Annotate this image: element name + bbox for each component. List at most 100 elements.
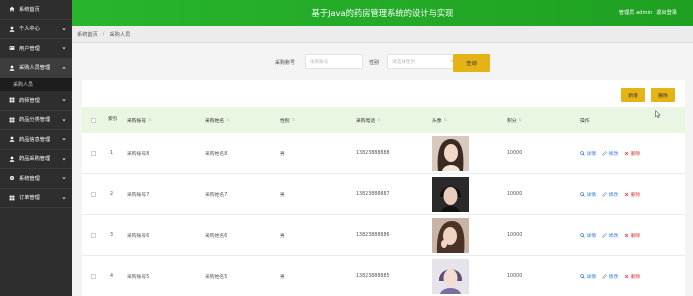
- detail-button[interactable]: 详情: [580, 273, 596, 280]
- close-icon: [624, 192, 629, 197]
- grid-icon: [9, 97, 15, 103]
- chevron-down-icon: [62, 196, 66, 200]
- chevron-down-icon: [62, 46, 66, 50]
- cell-ops: 详情 修改 删除: [580, 256, 646, 296]
- table-row: 2 采购账号7 采购姓名7 男 13823888887 10000 详情 修改 …: [82, 174, 685, 215]
- col-ops: 操作: [580, 118, 590, 124]
- col-account[interactable]: 采购账号 ⇅: [127, 107, 152, 133]
- col-index: 索引: [108, 117, 118, 122]
- sidebar-item-users[interactable]: 用户管理: [0, 39, 72, 59]
- cell-name: 采购姓名5: [205, 275, 228, 280]
- cell-gender: 男: [280, 193, 285, 198]
- col-name-label: 采购姓名: [205, 118, 225, 124]
- sidebar-subitem-purchaser[interactable]: 采购人员: [0, 78, 72, 91]
- col-points-label: 积分: [507, 118, 517, 124]
- edit-button[interactable]: 修改: [602, 150, 618, 157]
- sidebar-item-label: 药品分类管理: [19, 117, 51, 124]
- sort-icon: ⇅: [377, 117, 381, 122]
- close-icon: [624, 233, 629, 238]
- col-phone[interactable]: 采购电话 ⇅: [356, 107, 381, 133]
- detail-label: 详情: [586, 234, 597, 239]
- delete-label: 删除: [630, 275, 641, 280]
- search-icon: [580, 151, 585, 156]
- sidebar-item-system[interactable]: 系统管理: [0, 169, 72, 189]
- cell-phone: 13823888885: [356, 274, 390, 279]
- select-all-checkbox[interactable]: [91, 107, 96, 133]
- detail-label: 详情: [586, 193, 597, 198]
- chevron-down-icon: [62, 118, 66, 122]
- logout-link[interactable]: 退出登录: [656, 9, 677, 16]
- sort-icon: ⇅: [518, 117, 522, 122]
- row-checkbox[interactable]: [91, 256, 96, 296]
- delete-label: 删除: [630, 152, 641, 157]
- sidebar-item-purchasers[interactable]: 采购人员管理: [0, 58, 72, 78]
- search-bar: 采购账号 采购账号 性别 请选择性别 查询: [72, 52, 693, 72]
- edit-label: 修改: [608, 193, 619, 198]
- sort-icon: ⇅: [443, 117, 447, 122]
- delete-button[interactable]: 删除: [624, 232, 640, 239]
- sidebar-item-drug-categories[interactable]: 药品分类管理: [0, 111, 72, 130]
- col-gender-label: 性别: [280, 118, 290, 124]
- user-label: 管理员 admin: [618, 10, 653, 16]
- sidebar-item-home[interactable]: 系统首页: [0, 0, 72, 20]
- detail-button[interactable]: 详情: [580, 191, 596, 198]
- top-header: 基于Java的药房管理系统的设计与实现 管理员 admin 退出登录: [72, 0, 693, 26]
- cell-gender: 男: [280, 234, 285, 239]
- col-points[interactable]: 积分 ⇅: [507, 107, 522, 133]
- sidebar-item-orders[interactable]: 订单管理: [0, 189, 72, 208]
- avatar: [432, 136, 469, 171]
- sort-icon: ⇅: [148, 117, 152, 122]
- detail-button[interactable]: 详情: [580, 232, 596, 239]
- sidebar-item-label: 个人中心: [19, 26, 40, 33]
- row-checkbox[interactable]: [91, 215, 96, 256]
- detail-label: 详情: [586, 275, 597, 280]
- cell-account: 采购账号6: [127, 234, 150, 239]
- col-gender[interactable]: 性别 ⇅: [280, 107, 295, 133]
- chevron-down-icon: [62, 157, 66, 161]
- sidebar-item-profile[interactable]: 个人中心: [0, 20, 72, 39]
- search-button[interactable]: 查询: [453, 54, 490, 72]
- cell-index: 2: [110, 192, 114, 197]
- sidebar-item-drug-purchase[interactable]: 药品采购管理: [0, 150, 72, 169]
- delete-button[interactable]: 删除: [624, 273, 640, 280]
- sidebar-item-pharmacists[interactable]: 药师管理: [0, 91, 72, 111]
- cell-index: 4: [110, 274, 114, 279]
- row-checkbox[interactable]: [91, 133, 96, 174]
- col-avatar[interactable]: 头像 ⇅: [432, 107, 447, 133]
- person-icon: [9, 156, 15, 162]
- cell-ops: 详情 修改 删除: [580, 174, 646, 215]
- cell-ops: 详情 修改 删除: [580, 133, 646, 174]
- sidebar-item-label: 系统管理: [19, 175, 40, 182]
- sidebar-item-drug-info[interactable]: 药品信息管理: [0, 130, 72, 150]
- edit-button[interactable]: 修改: [602, 191, 618, 198]
- col-name[interactable]: 采购姓名 ⇅: [205, 107, 230, 133]
- detail-button[interactable]: 详情: [580, 150, 596, 157]
- edit-button[interactable]: 修改: [602, 232, 618, 239]
- mouse-cursor-icon: [655, 110, 661, 118]
- avatar: [432, 259, 469, 294]
- cell-name: 采购姓名8: [205, 152, 228, 157]
- breadcrumb-current: 采购人员: [109, 31, 131, 38]
- close-icon: [624, 274, 629, 279]
- cell-account: 采购账号7: [127, 193, 150, 198]
- col-phone-label: 采购电话: [356, 118, 376, 124]
- delete-button[interactable]: 删除: [624, 191, 640, 198]
- account-search-input[interactable]: 采购账号: [305, 54, 363, 69]
- breadcrumb-home[interactable]: 系统首页: [77, 31, 98, 38]
- batch-delete-button[interactable]: 删除: [651, 88, 675, 102]
- pencil-icon: [602, 233, 607, 238]
- table-row: 3 采购账号6 采购姓名6 男 13823888886 10000 详情 修改 …: [82, 215, 685, 256]
- add-button[interactable]: 新增: [621, 88, 645, 102]
- edit-button[interactable]: 修改: [602, 273, 618, 280]
- delete-button[interactable]: 删除: [624, 150, 640, 157]
- pencil-icon: [602, 274, 607, 279]
- gender-select[interactable]: 请选择性别: [387, 54, 460, 69]
- row-checkbox[interactable]: [91, 174, 96, 215]
- edit-label: 修改: [608, 275, 619, 280]
- cell-phone: 13823888887: [356, 192, 390, 197]
- sort-icon: ⇅: [291, 117, 295, 122]
- grid-icon: [9, 117, 15, 123]
- chevron-down-icon: [62, 98, 66, 102]
- chevron-down-icon: [62, 137, 66, 141]
- breadcrumb: 系统首页 / 采购人员: [72, 26, 693, 43]
